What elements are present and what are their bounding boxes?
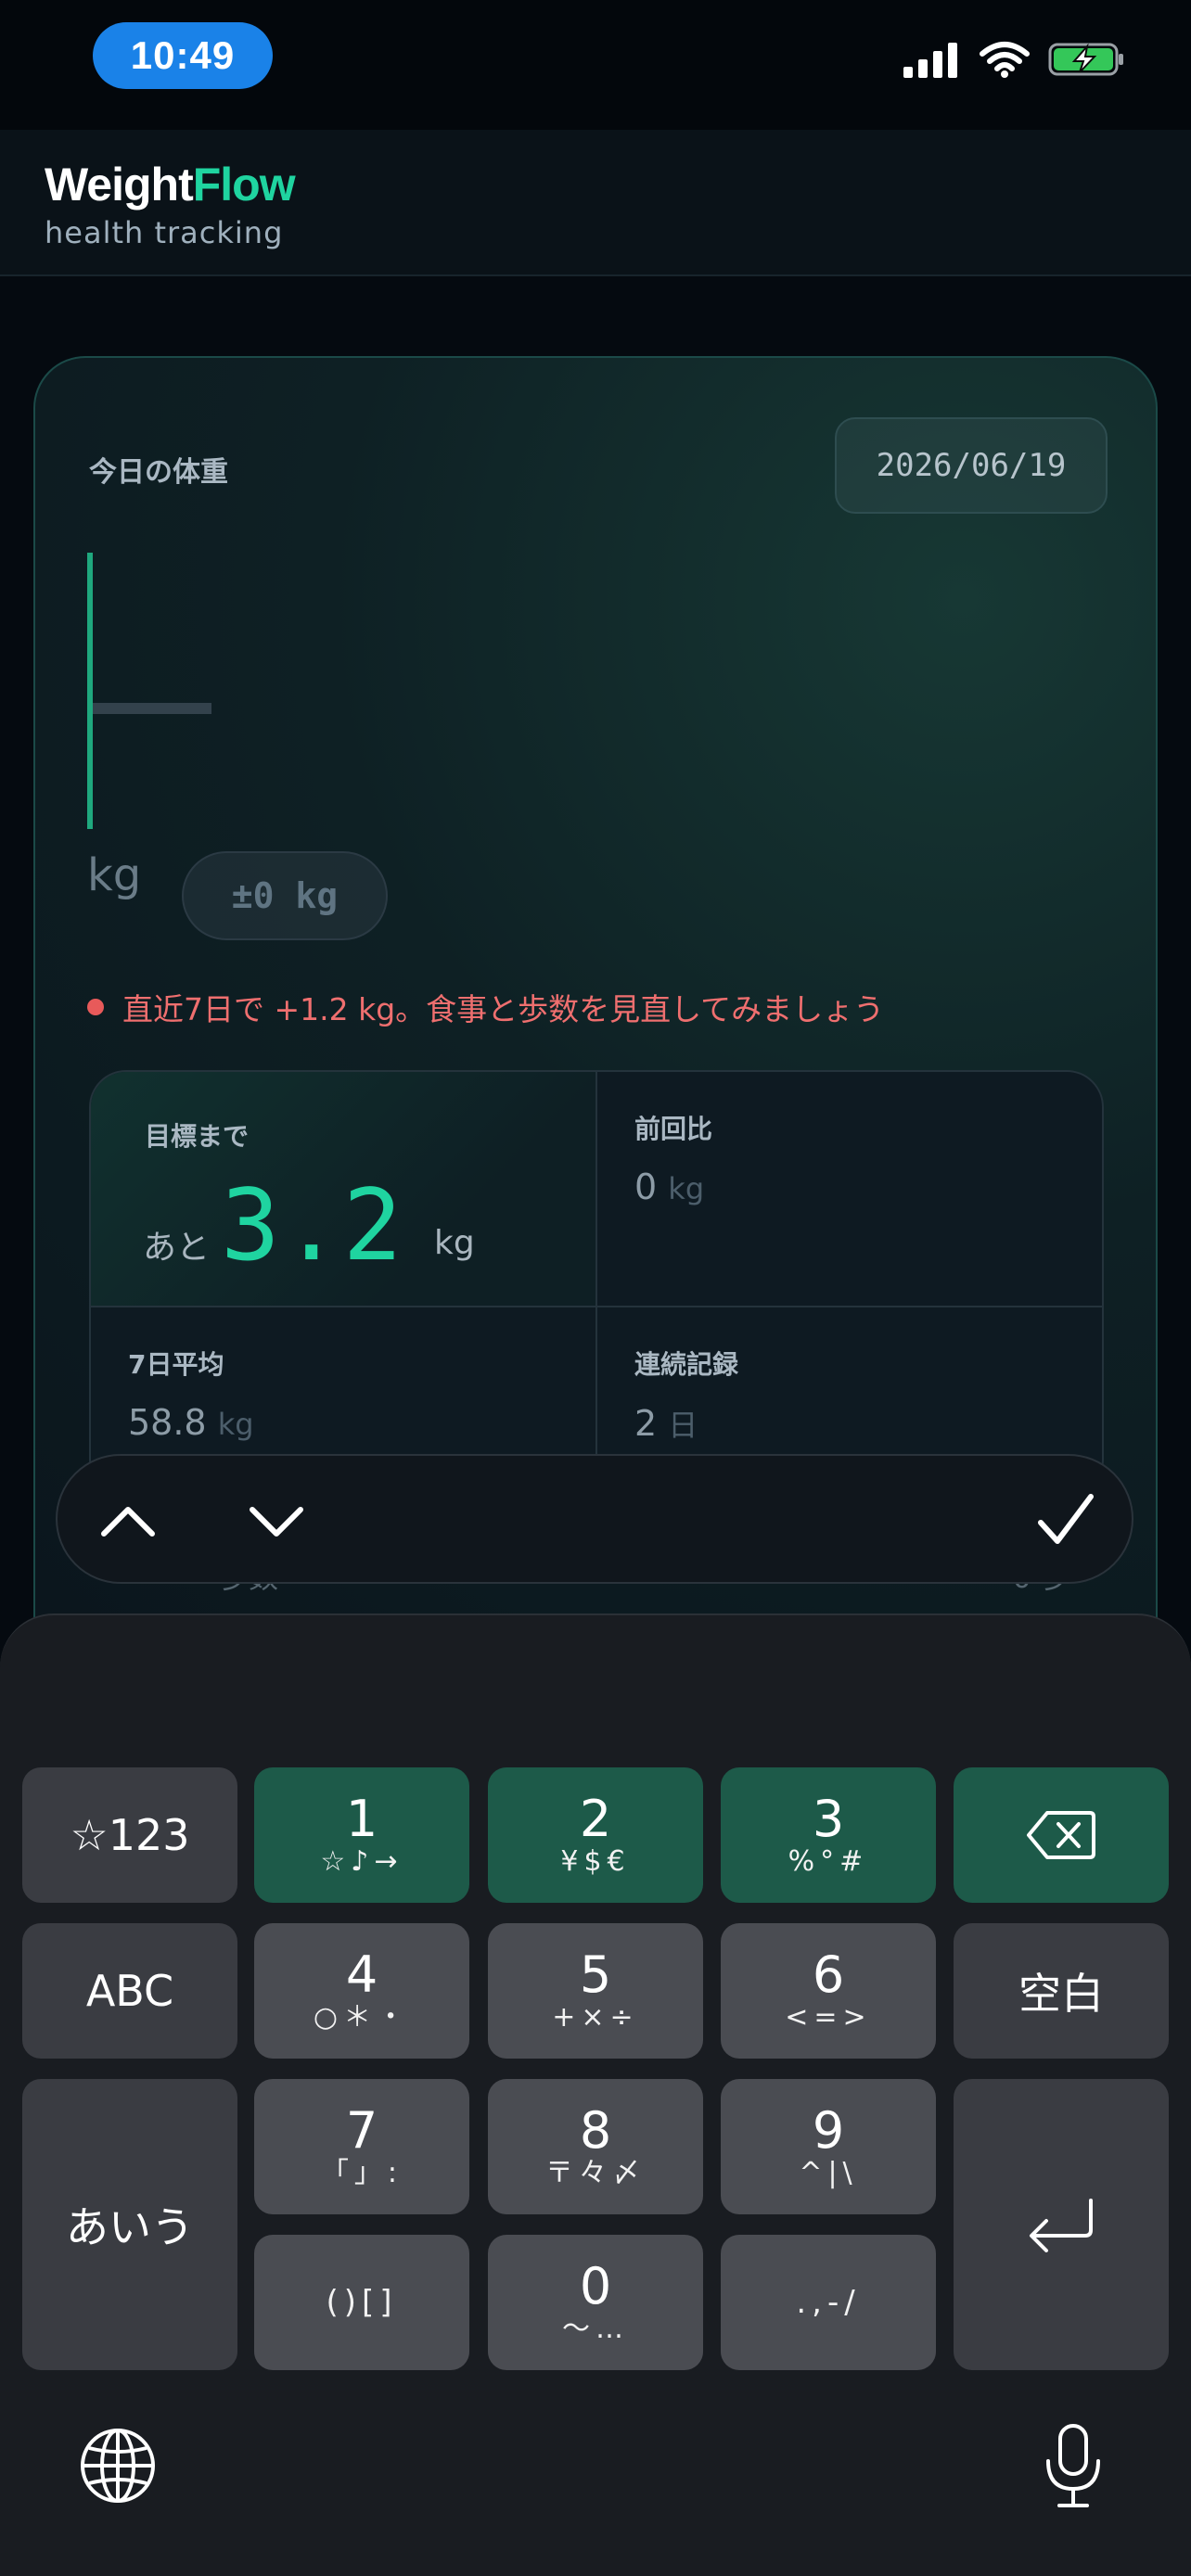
weight-placeholder-dash	[93, 703, 211, 714]
weight-unit: kg	[87, 849, 142, 901]
symbols-key-label: ☆123	[70, 1810, 190, 1860]
microphone-icon[interactable]	[1043, 2422, 1104, 2511]
key-9-sub: ^|\	[799, 2157, 858, 2189]
stat-streak-value-wrap: 2 日	[634, 1402, 698, 1445]
app-logo: WeightFlow	[45, 158, 296, 211]
key-7-sub: 「」:	[320, 2157, 403, 2189]
abc-key[interactable]: ABC	[22, 1923, 237, 2059]
brackets-key-label: ()[]	[326, 2284, 398, 2321]
done-check-icon[interactable]	[1035, 1489, 1096, 1550]
globe-icon[interactable]	[78, 2426, 158, 2506]
key-5-sub: +×÷	[552, 2001, 639, 2034]
key-2-sub: ¥$€	[560, 1845, 631, 1878]
stat-previous: 前回比 0 kg	[597, 1072, 1102, 1307]
stat-goal-value: 3.2	[221, 1168, 404, 1282]
stat-prev-title: 前回比	[634, 1114, 713, 1144]
key-6-sub: <=>	[785, 2001, 872, 2034]
key-8-sub: 〒々〆	[545, 2157, 646, 2189]
key-8[interactable]: 8 〒々〆	[488, 2079, 703, 2214]
keyboard-accessory-bar	[56, 1454, 1133, 1584]
punctuation-key[interactable]: .,-/	[721, 2235, 936, 2370]
key-3-num: 3	[812, 1790, 845, 1848]
stat-goal-prefix: あと	[143, 1229, 211, 1267]
app-header: WeightFlow health tracking	[0, 130, 1191, 276]
key-9[interactable]: 9 ^|\	[721, 2079, 936, 2214]
key-2-num: 2	[579, 1790, 612, 1848]
return-key[interactable]	[954, 2079, 1169, 2370]
status-time: 10:49	[93, 22, 273, 89]
space-key[interactable]: 空白	[954, 1923, 1169, 2059]
key-1-sub: ☆♪→	[320, 1845, 403, 1878]
stat-goal-title: 目標まで	[145, 1121, 250, 1152]
wifi-icon	[980, 42, 1030, 78]
key-1[interactable]: 1 ☆♪→	[254, 1767, 469, 1903]
delete-key[interactable]	[954, 1767, 1169, 1903]
punctuation-key-label: .,-/	[796, 2284, 861, 2321]
key-3-sub: %°#	[788, 1845, 869, 1878]
key-4[interactable]: 4 ○＊・	[254, 1923, 469, 2059]
return-icon	[1030, 2199, 1093, 2252]
brand-accent: Flow	[192, 159, 296, 210]
key-7-num: 7	[345, 2101, 378, 2160]
key-4-sub: ○＊・	[313, 2001, 411, 2034]
key-1-num: 1	[345, 1790, 378, 1848]
status-icons	[903, 41, 1126, 78]
key-6[interactable]: 6 <=>	[721, 1923, 936, 2059]
status-bar: 10:49	[0, 0, 1191, 130]
abc-key-label: ABC	[85, 1966, 174, 2016]
brand-main: Weight	[45, 159, 194, 210]
app-subtitle: health tracking	[45, 215, 284, 250]
key-7[interactable]: 7 「」:	[254, 2079, 469, 2214]
key-8-num: 8	[579, 2101, 612, 2160]
text-cursor	[87, 553, 93, 829]
key-5-num: 5	[579, 1945, 612, 2004]
trend-warning: 直近7日で +1.2 kg。食事と歩数を見直してみましょう	[87, 985, 884, 1029]
key-0-sub: 〜…	[562, 2313, 629, 2345]
chevron-up-icon[interactable]	[98, 1495, 158, 1547]
warning-dot-icon	[87, 999, 104, 1015]
stat-prev-unit: kg	[668, 1171, 705, 1206]
key-6-num: 6	[812, 1945, 845, 2004]
warning-text: 直近7日で +1.2 kg。食事と歩数を見直してみましょう	[122, 991, 885, 1027]
backspace-icon	[1027, 1811, 1095, 1859]
battery-charging-icon	[1048, 43, 1123, 76]
kana-key[interactable]: あいう	[22, 2079, 237, 2370]
key-3[interactable]: 3 %°#	[721, 1767, 936, 1903]
stat-avg-title: 7日平均	[128, 1349, 224, 1380]
date-picker[interactable]: 2026/06/19	[835, 417, 1108, 514]
signal-icon	[903, 43, 957, 78]
stat-streak-unit: 日	[668, 1408, 698, 1443]
stat-prev-value-wrap: 0 kg	[634, 1167, 704, 1207]
key-0[interactable]: 0 〜…	[488, 2235, 703, 2370]
stat-streak-title: 連続記録	[634, 1349, 739, 1380]
stat-avg-value-wrap: 58.8 kg	[128, 1402, 254, 1443]
key-2[interactable]: 2 ¥$€	[488, 1767, 703, 1903]
stat-avg-value: 58.8	[128, 1402, 207, 1443]
key-5[interactable]: 5 +×÷	[488, 1923, 703, 2059]
stat-avg-unit: kg	[217, 1407, 254, 1442]
stat-streak-value: 2	[634, 1403, 658, 1444]
delta-badge: ±0 kg	[182, 851, 388, 940]
stat-goal: 目標まで あと 3.2 kg	[91, 1072, 597, 1307]
key-9-num: 9	[812, 2101, 845, 2160]
key-4-num: 4	[345, 1945, 378, 2004]
symbols-key[interactable]: ☆123	[22, 1767, 237, 1903]
stat-goal-unit: kg	[434, 1224, 475, 1262]
key-0-num: 0	[579, 2257, 612, 2315]
numeric-keyboard: ☆123 1 ☆♪→ 2 ¥$€ 3 %°# ABC 4 ○＊・ 5 +×÷ 6 <=> 空…	[0, 1613, 1191, 2576]
weight-input[interactable]	[82, 543, 731, 840]
chevron-down-icon[interactable]	[247, 1495, 306, 1547]
kana-key-label: あいう	[66, 2202, 194, 2252]
today-weight-label: 今日の体重	[89, 456, 228, 489]
brackets-key[interactable]: ()[]	[254, 2235, 469, 2370]
stats-grid: 目標まで あと 3.2 kg 前回比 0 kg 7日平均 58.8 kg 連続記…	[89, 1070, 1104, 1497]
stat-prev-value: 0	[634, 1167, 658, 1207]
space-key-label: 空白	[1018, 1969, 1104, 2019]
